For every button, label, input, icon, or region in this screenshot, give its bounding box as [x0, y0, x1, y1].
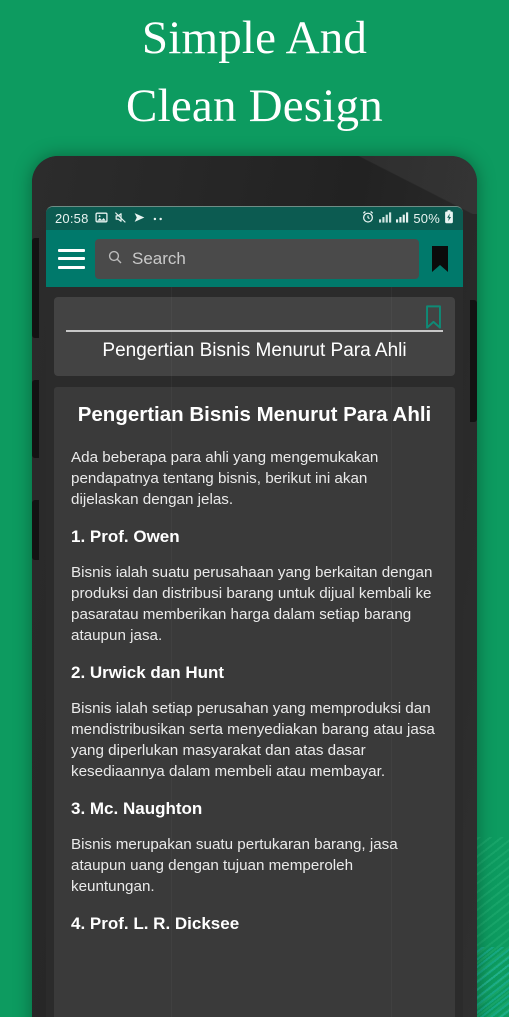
article-card: Pengertian Bisnis Menurut Para Ahli Ada …	[54, 387, 455, 1017]
status-bar-clock: 20:58	[55, 211, 89, 226]
article-intro-paragraph: Ada beberapa para ahli yang mengemukakan…	[71, 449, 379, 508]
volume-down-button[interactable]	[32, 380, 39, 458]
result-card-title: Pengertian Bisnis Menurut Para Ahli	[102, 340, 407, 361]
article-section-body: Bisnis merupakan suatu pertukaran barang…	[71, 836, 398, 895]
search-icon	[107, 249, 123, 269]
article-section-heading: 1. Prof. Owen	[71, 527, 180, 546]
send-icon	[133, 211, 146, 227]
mute-icon	[114, 211, 127, 227]
search-placeholder-label: Search	[132, 248, 186, 268]
article-section-heading: 4. Prof. L. R. Dicksee	[71, 914, 240, 933]
result-card-divider	[66, 330, 443, 332]
search-input[interactable]: Search	[95, 238, 419, 279]
battery-percent-label: 50%	[413, 211, 440, 226]
more-dots-icon	[152, 212, 165, 225]
article-section-heading: 2. Urwick dan Hunt	[71, 663, 225, 682]
search-result-card[interactable]: Pengertian Bisnis Menurut Para Ahli	[54, 297, 455, 376]
bookmark-outline-icon[interactable]	[424, 305, 443, 329]
promo-headline: Simple And Clean Design	[0, 4, 509, 140]
assistant-button[interactable]	[32, 500, 39, 560]
alarm-icon	[361, 210, 375, 227]
phone-screen: 20:58 50% Search Pengertian Bisnis Menur…	[46, 206, 463, 1017]
app-bar: Search	[46, 230, 463, 287]
article-section-body: Bisnis ialah suatu perusahaan yang berka…	[71, 564, 433, 644]
hamburger-menu-icon[interactable]	[58, 248, 85, 269]
article-section-body: Bisnis ialah setiap perusahan yang mempr…	[71, 700, 435, 780]
battery-charging-icon	[444, 210, 454, 227]
promo-headline-line-1: Simple And	[141, 12, 368, 64]
status-bar: 20:58 50%	[46, 207, 463, 230]
status-bar-notification-icons	[94, 211, 165, 227]
volume-up-button[interactable]	[32, 238, 39, 338]
result-card-actions	[66, 305, 443, 329]
promo-headline-line-2: Clean Design	[126, 80, 383, 132]
content-area: Pengertian Bisnis Menurut Para Ahli Peng…	[46, 287, 463, 1017]
phone-mockup: 20:58 50% Search Pengertian Bisnis Menur…	[32, 156, 477, 1017]
article-title: Pengertian Bisnis Menurut Para Ahli	[77, 403, 432, 426]
power-button[interactable]	[470, 300, 477, 422]
signal-bars-icon	[396, 211, 409, 226]
image-icon	[94, 211, 108, 227]
article-section-heading: 3. Mc. Naughton	[71, 799, 203, 818]
bookmark-filled-icon[interactable]	[429, 245, 451, 273]
signal-bars-icon	[379, 211, 392, 226]
status-bar-system-icons: 50%	[361, 210, 454, 227]
